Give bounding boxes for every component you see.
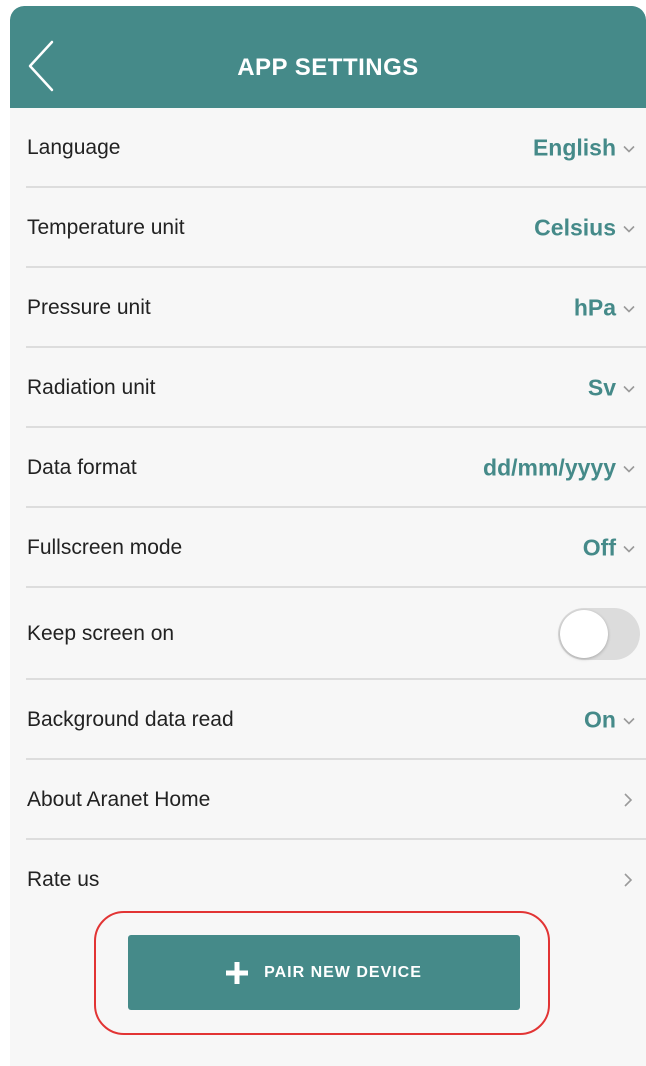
background-data-read-dropdown[interactable]: On — [584, 707, 636, 734]
setting-label: Data format — [27, 456, 137, 479]
chevron-down-icon — [623, 717, 635, 725]
setting-label: Radiation unit — [27, 376, 156, 399]
keep-screen-on-toggle[interactable] — [558, 608, 640, 660]
setting-value: dd/mm/yyyy — [483, 454, 616, 481]
setting-row-fullscreen-mode[interactable]: Fullscreen mode Off — [10, 508, 646, 588]
setting-row-keep-screen-on: Keep screen on — [10, 588, 646, 680]
chevron-down-icon — [623, 385, 635, 393]
temperature-unit-dropdown[interactable]: Celsius — [534, 215, 636, 242]
setting-label: Temperature unit — [27, 216, 185, 239]
plus-icon — [226, 961, 249, 984]
chevron-down-icon — [623, 145, 635, 153]
setting-row-rate-us[interactable]: Rate us — [10, 840, 646, 920]
setting-label: Rate us — [27, 868, 100, 891]
setting-row-pressure-unit[interactable]: Pressure unit hPa — [10, 268, 646, 348]
setting-label: Keep screen on — [27, 622, 175, 645]
setting-value: Sv — [587, 374, 616, 401]
chevron-right-icon — [624, 793, 633, 807]
chevron-down-icon — [623, 225, 635, 233]
setting-row-temperature-unit[interactable]: Temperature unit Celsius — [10, 188, 646, 268]
setting-value: English — [532, 134, 616, 161]
setting-label: Fullscreen mode — [27, 536, 183, 559]
setting-row-data-format[interactable]: Data format dd/mm/yyyy — [10, 428, 646, 508]
header-bar: APP SETTINGS — [10, 6, 646, 108]
setting-row-language[interactable]: Language English — [10, 108, 646, 188]
setting-label: Language — [27, 136, 121, 159]
toggle-knob — [560, 610, 608, 658]
chevron-down-icon — [623, 545, 635, 553]
chevron-down-icon — [623, 465, 635, 473]
fullscreen-mode-dropdown[interactable]: Off — [583, 535, 636, 562]
radiation-unit-dropdown[interactable]: Sv — [588, 375, 636, 402]
language-dropdown[interactable]: English — [533, 135, 636, 162]
setting-value: On — [584, 706, 616, 733]
pair-button-label: PAIR NEW DEVICE — [264, 963, 422, 981]
setting-value: Off — [582, 534, 616, 561]
setting-label: Pressure unit — [27, 296, 151, 319]
chevron-down-icon — [623, 305, 635, 313]
setting-row-about-aranet-home[interactable]: About Aranet Home — [10, 760, 646, 840]
setting-value: Celsius — [534, 214, 616, 241]
setting-row-background-data-read[interactable]: Background data read On — [10, 680, 646, 760]
settings-list: Language English Temperature unit Celsiu… — [10, 108, 646, 920]
data-format-dropdown[interactable]: dd/mm/yyyy — [483, 455, 636, 482]
pair-new-device-button[interactable]: PAIR NEW DEVICE — [128, 935, 520, 1010]
chevron-right-icon — [624, 873, 633, 887]
setting-value: hPa — [573, 294, 616, 321]
setting-label: About Aranet Home — [27, 788, 211, 811]
app-screen: APP SETTINGS Language English Temperatur… — [10, 6, 646, 1066]
setting-label: Background data read — [27, 708, 234, 731]
pressure-unit-dropdown[interactable]: hPa — [574, 295, 636, 322]
setting-row-radiation-unit[interactable]: Radiation unit Sv — [10, 348, 646, 428]
page-title: APP SETTINGS — [237, 54, 419, 81]
